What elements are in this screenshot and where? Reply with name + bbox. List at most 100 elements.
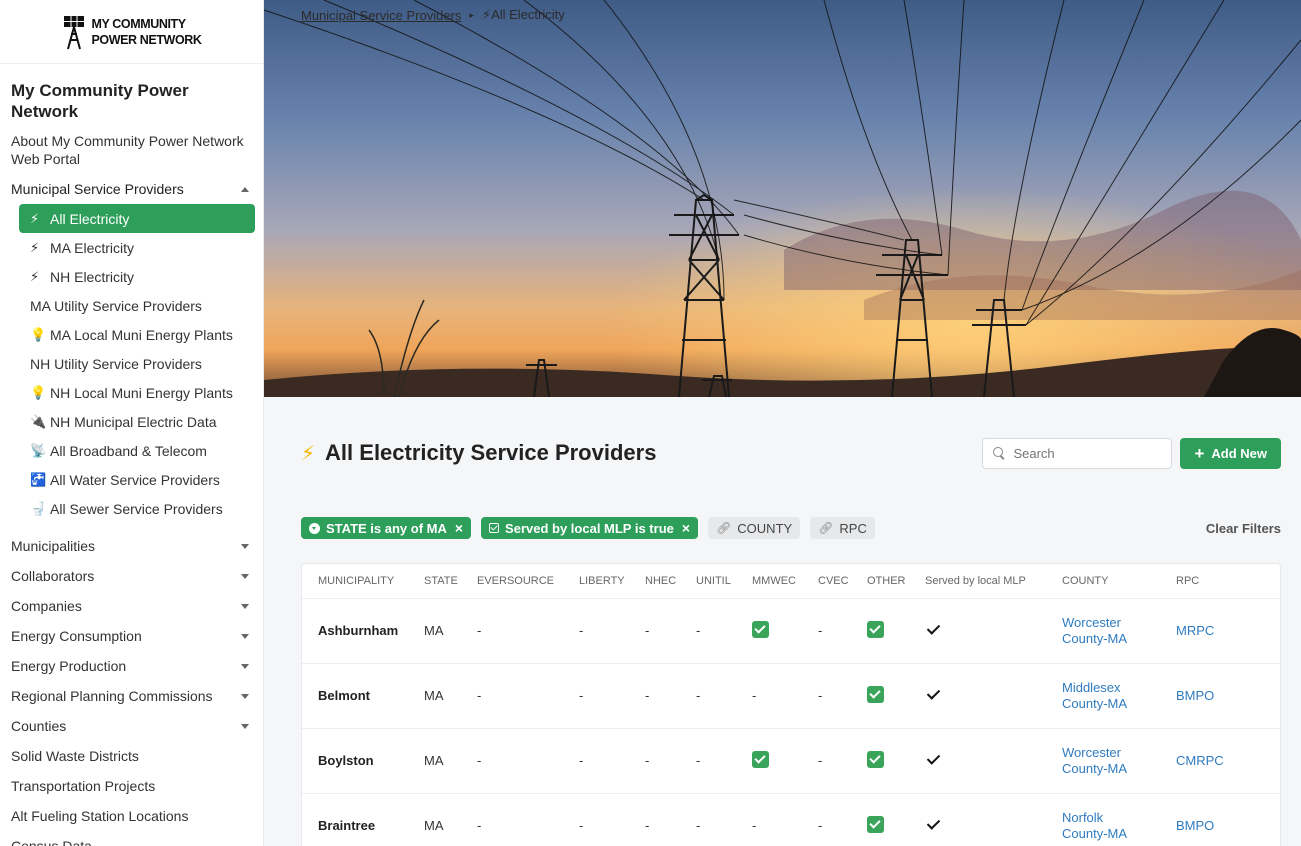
caret-down-icon — [241, 633, 249, 639]
column-header-mmwec[interactable]: MMWEC — [742, 564, 808, 599]
column-header-nhec[interactable]: NHEC — [635, 564, 686, 599]
column-header-rpc[interactable]: RPC — [1166, 564, 1282, 599]
cell-eversource: - — [467, 793, 569, 846]
sidebar: MY COMMUNITY POWER NETWORK My Community … — [0, 0, 264, 846]
cell-liberty: - — [569, 728, 635, 794]
cell-county-link[interactable]: Worcester County-MA — [1052, 728, 1166, 794]
filter-chips: STATE is any of MA × Served by local MLP… — [301, 517, 875, 539]
column-header-other[interactable]: OTHER — [857, 564, 915, 599]
cell-rpc-link[interactable]: CMRPC — [1166, 728, 1282, 794]
lightning-icon: ⚡ — [30, 268, 40, 284]
cell-eversource: - — [467, 598, 569, 664]
nav-energy-production[interactable]: Energy Production — [0, 651, 263, 681]
caret-down-icon — [241, 603, 249, 609]
cell-county-link[interactable]: Middlesex County-MA — [1052, 663, 1166, 729]
search-input[interactable] — [1013, 445, 1164, 461]
cell-unitil: - — [686, 598, 742, 664]
nav-alt-fueling-station-locations[interactable]: Alt Fueling Station Locations — [0, 801, 263, 831]
cell-county-link[interactable]: Norfolk County-MA — [1052, 793, 1166, 846]
column-header-served-by-mlp[interactable]: Served by local MLP — [915, 564, 1052, 599]
sub-item-ma-local-muni-energy-plants[interactable]: 💡 MA Local Muni Energy Plants — [19, 320, 255, 349]
logo[interactable]: MY COMMUNITY POWER NETWORK — [0, 0, 263, 64]
section-municipal-service-providers[interactable]: Municipal Service Providers — [0, 174, 263, 204]
cell-liberty: - — [569, 663, 635, 729]
sub-item-all-electricity[interactable]: ⚡ All Electricity — [19, 204, 255, 233]
add-new-button[interactable]: + Add New — [1180, 437, 1281, 469]
checkbox-icon — [489, 523, 500, 533]
sub-item-nh-municipal-electric-data[interactable]: 🔌 NH Municipal Electric Data — [19, 407, 255, 436]
table-row[interactable]: Braintree MA - - - - - - Norfolk County-M… — [302, 793, 1282, 846]
about-link[interactable]: About My Community Power Network Web Por… — [0, 132, 263, 168]
providers-table: MUNICIPALITY STATE EVERSOURCE LIBERTY NH… — [302, 564, 1282, 846]
nav-municipalities[interactable]: Municipalities — [0, 531, 263, 561]
water-tap-icon: 🚰 — [30, 471, 47, 487]
sub-item-nh-utility-service-providers[interactable]: NH Utility Service Providers — [19, 349, 255, 378]
cell-state: MA — [414, 598, 467, 664]
sub-item-all-water-service-providers[interactable]: 🚰 All Water Service Providers — [19, 465, 255, 494]
filter-chip-state[interactable]: STATE is any of MA × — [301, 517, 472, 539]
cell-municipality: Belmont — [302, 663, 414, 729]
cell-cvec: - — [808, 663, 857, 729]
nav-solid-waste-districts[interactable]: Solid Waste Districts — [0, 741, 263, 771]
sub-item-all-broadband-telecom[interactable]: 📡 All Broadband & Telecom — [19, 436, 255, 465]
cell-municipality: Ashburnham — [302, 598, 414, 664]
lightning-icon: ⚡ — [30, 239, 40, 255]
table-row[interactable]: Belmont MA - - - - - - Middlesex County-M… — [302, 663, 1282, 729]
green-check-icon — [867, 620, 884, 638]
cell-other — [857, 598, 915, 664]
filter-chip-rpc[interactable]: 🔗︎ RPC — [810, 517, 875, 539]
clear-filters-link[interactable]: Clear Filters — [1206, 521, 1281, 536]
site-title[interactable]: My Community Power Network — [0, 64, 263, 122]
cell-cvec: - — [808, 728, 857, 794]
nav-companies[interactable]: Companies — [0, 591, 263, 621]
cell-mmwec: - — [742, 663, 808, 729]
sub-item-ma-utility-service-providers[interactable]: MA Utility Service Providers — [19, 291, 255, 320]
toilet-icon: 🚽 — [30, 500, 47, 516]
cell-state: MA — [414, 663, 467, 729]
filter-chip-county[interactable]: 🔗︎ COUNTY — [708, 517, 801, 539]
sub-item-all-sewer-service-providers[interactable]: 🚽 All Sewer Service Providers — [19, 494, 255, 523]
table-row[interactable]: Ashburnham MA - - - - - Worcester County-… — [302, 598, 1282, 664]
sub-item-ma-electricity[interactable]: ⚡ MA Electricity — [19, 233, 255, 262]
table-row[interactable]: Boylston MA - - - - - Worcester County-MA… — [302, 728, 1282, 794]
column-header-state[interactable]: STATE — [414, 564, 467, 599]
cell-served-by-mlp — [915, 793, 1052, 846]
cell-liberty: - — [569, 793, 635, 846]
search-box[interactable] — [982, 437, 1173, 469]
cell-municipality: Boylston — [302, 728, 414, 794]
filter-chip-served-by-mlp[interactable]: Served by local MLP is true × — [481, 517, 699, 539]
nav-counties[interactable]: Counties — [0, 711, 263, 741]
nav-collaborators[interactable]: Collaborators — [0, 561, 263, 591]
header-actions: + Add New — [982, 437, 1281, 469]
column-header-unitil[interactable]: UNITIL — [686, 564, 742, 599]
nav-energy-consumption[interactable]: Energy Consumption — [0, 621, 263, 651]
cell-rpc-link[interactable]: BMPO — [1166, 793, 1282, 846]
cell-rpc-link[interactable]: MRPC — [1166, 598, 1282, 664]
search-icon — [993, 447, 1005, 459]
checkmark-icon — [925, 687, 941, 701]
column-header-municipality[interactable]: MUNICIPALITY — [302, 564, 414, 599]
column-header-eversource[interactable]: EVERSOURCE — [467, 564, 569, 599]
nav-transportation-projects[interactable]: Transportation Projects — [0, 771, 263, 801]
breadcrumb-parent-link[interactable]: Municipal Service Providers — [301, 8, 461, 23]
section-label: Municipal Service Providers — [11, 181, 184, 197]
cell-nhec: - — [635, 793, 686, 846]
nav-census-data[interactable]: Census Data — [0, 831, 263, 846]
column-header-cvec[interactable]: CVEC — [808, 564, 857, 599]
sub-item-nh-electricity[interactable]: ⚡ NH Electricity — [19, 262, 255, 291]
sub-item-nh-local-muni-energy-plants[interactable]: 💡 NH Local Muni Energy Plants — [19, 378, 255, 407]
caret-down-icon — [241, 693, 249, 699]
light-bulb-icon: 💡 — [30, 326, 47, 342]
cell-rpc-link[interactable]: BMPO — [1166, 663, 1282, 729]
breadcrumb-current: ⚡All Electricity — [481, 7, 565, 22]
remove-filter-icon[interactable]: × — [682, 520, 690, 536]
cell-county-link[interactable]: Worcester County-MA — [1052, 598, 1166, 664]
checkmark-icon — [925, 817, 941, 831]
filter-bar: STATE is any of MA × Served by local MLP… — [301, 517, 1281, 539]
table-header-row: MUNICIPALITY STATE EVERSOURCE LIBERTY NH… — [302, 564, 1282, 599]
checkmark-icon — [925, 622, 941, 636]
remove-filter-icon[interactable]: × — [455, 520, 463, 536]
nav-regional-planning-commissions[interactable]: Regional Planning Commissions — [0, 681, 263, 711]
column-header-liberty[interactable]: LIBERTY — [569, 564, 635, 599]
column-header-county[interactable]: COUNTY — [1052, 564, 1166, 599]
